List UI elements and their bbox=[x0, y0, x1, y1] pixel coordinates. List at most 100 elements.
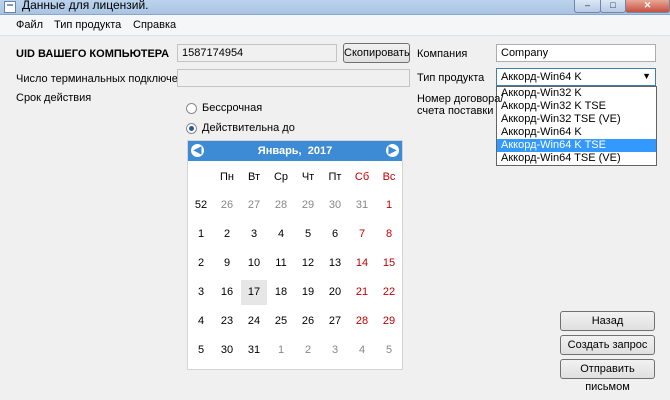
week-number: 1 bbox=[197, 228, 205, 240]
date-calendar: ◀ Январь, 2017 ▶ Пн Вт Ср Чт Пт Сб Вс 52 26 27 28 2… bbox=[187, 140, 403, 370]
calendar-day[interactable]: 7 bbox=[349, 222, 375, 247]
calendar-day[interactable]: 18 bbox=[268, 280, 294, 305]
calendar-grid: Пн Вт Ср Чт Пт Сб Вс 52 26 27 28 29 30 31 1 1 2 3 4 5 6 7 8 2 9 1… bbox=[188, 161, 402, 369]
close-button[interactable]: ✕ bbox=[625, 0, 670, 13]
uid-field[interactable]: 1587174954 bbox=[177, 44, 337, 62]
calendar-day[interactable]: 19 bbox=[295, 280, 321, 305]
calendar-day[interactable]: 15 bbox=[376, 251, 402, 276]
calendar-day[interactable]: 14 bbox=[349, 251, 375, 276]
calendar-day[interactable]: 26 bbox=[295, 309, 321, 334]
menu-file[interactable]: Файл bbox=[16, 19, 43, 31]
week-number: 3 bbox=[197, 286, 205, 298]
calendar-day[interactable]: 26 bbox=[214, 193, 240, 218]
calendar-day[interactable]: 4 bbox=[268, 222, 294, 247]
product-option[interactable]: Аккорд-Win64 K bbox=[497, 126, 656, 139]
calendar-day[interactable]: 9 bbox=[214, 251, 240, 276]
weekday-header: Ср bbox=[273, 171, 289, 183]
create-request-button[interactable]: Создать запрос bbox=[560, 335, 655, 355]
uid-label: UID ВАШЕГО КОМПЬЮТЕРА bbox=[16, 48, 170, 60]
minimize-button[interactable]: – bbox=[574, 0, 601, 13]
radio-valid-until[interactable] bbox=[186, 123, 197, 134]
calendar-day[interactable]: 30 bbox=[214, 338, 240, 363]
calendar-day[interactable]: 23 bbox=[214, 309, 240, 334]
calendar-day[interactable]: 3 bbox=[241, 222, 267, 247]
calendar-day[interactable]: 28 bbox=[268, 193, 294, 218]
calendar-day[interactable]: 16 bbox=[214, 280, 240, 305]
calendar-year[interactable]: 2017 bbox=[308, 145, 332, 157]
product-option[interactable]: Аккорд-Win32 K TSE bbox=[497, 100, 656, 113]
radio-unlimited-label[interactable]: Бессрочная bbox=[202, 102, 262, 114]
next-month-icon[interactable]: ▶ bbox=[386, 144, 399, 157]
week-number: 4 bbox=[197, 315, 205, 327]
terminals-field[interactable] bbox=[177, 69, 410, 87]
calendar-day[interactable]: 11 bbox=[268, 251, 294, 276]
calendar-day[interactable]: 30 bbox=[322, 193, 348, 218]
calendar-day[interactable]: 21 bbox=[349, 280, 375, 305]
back-button[interactable]: Назад bbox=[560, 311, 655, 331]
calendar-day[interactable]: 1 bbox=[268, 338, 294, 363]
contract-label-line1: Номер договора/ bbox=[417, 93, 504, 105]
chevron-down-icon[interactable]: ▼ bbox=[642, 71, 651, 81]
maximize-button[interactable]: □ bbox=[600, 0, 626, 13]
menu-bar: Файл Тип продукта Справка bbox=[0, 15, 670, 36]
calendar-header: ◀ Январь, 2017 ▶ bbox=[188, 141, 402, 161]
contract-label-line2: счета поставки bbox=[417, 105, 494, 117]
product-type-label: Тип продукта bbox=[417, 72, 485, 84]
calendar-day[interactable]: 2 bbox=[295, 338, 321, 363]
weekday-header: Пн bbox=[220, 171, 234, 183]
validity-label: Срок действия bbox=[16, 92, 92, 104]
company-label: Компания bbox=[417, 48, 468, 60]
weekday-header: Вт bbox=[247, 171, 260, 183]
calendar-day[interactable]: 5 bbox=[295, 222, 321, 247]
calendar-day[interactable]: 8 bbox=[376, 222, 402, 247]
terminals-label: Число терминальных подключений bbox=[16, 73, 197, 85]
week-number: 52 bbox=[194, 199, 208, 211]
calendar-day[interactable]: 10 bbox=[241, 251, 267, 276]
calendar-day[interactable]: 29 bbox=[376, 309, 402, 334]
product-option[interactable]: Аккорд-Win64 TSE (VE) bbox=[497, 152, 656, 165]
weekday-header: Пт bbox=[328, 171, 342, 183]
calendar-day[interactable]: 4 bbox=[349, 338, 375, 363]
week-number: 5 bbox=[197, 344, 205, 356]
weekday-header: Сб bbox=[354, 171, 370, 183]
calendar-month-year: Январь, 2017 bbox=[188, 145, 402, 157]
company-field[interactable]: Company bbox=[496, 44, 656, 62]
title-bar: Данные для лицензий. bbox=[0, 0, 670, 15]
calendar-day[interactable]: 29 bbox=[295, 193, 321, 218]
calendar-month[interactable]: Январь, bbox=[258, 145, 302, 157]
calendar-day[interactable]: 27 bbox=[322, 309, 348, 334]
menu-product-type[interactable]: Тип продукта bbox=[54, 19, 121, 31]
calendar-day[interactable]: 17 bbox=[241, 280, 267, 305]
calendar-day[interactable]: 28 bbox=[349, 309, 375, 334]
send-email-button[interactable]: Отправить письмом bbox=[560, 359, 655, 393]
window-title: Данные для лицензий. bbox=[22, 0, 149, 12]
weekday-header: Вс bbox=[382, 171, 396, 183]
radio-valid-until-label[interactable]: Действительна до bbox=[202, 122, 295, 134]
product-option[interactable]: Аккорд-Win32 TSE (VE) bbox=[497, 113, 656, 126]
menu-help[interactable]: Справка bbox=[133, 19, 176, 31]
product-option[interactable]: Аккорд-Win64 K TSE bbox=[497, 139, 656, 152]
week-number: 2 bbox=[197, 257, 205, 269]
product-dropdown-list: Аккорд-Win32 K Аккорд-Win32 K TSE Аккорд-W… bbox=[496, 86, 657, 166]
weekday-header: Чт bbox=[301, 171, 315, 183]
calendar-day[interactable]: 25 bbox=[268, 309, 294, 334]
product-option[interactable]: Аккорд-Win32 K bbox=[497, 87, 656, 100]
app-icon bbox=[4, 1, 16, 13]
calendar-day[interactable]: 2 bbox=[214, 222, 240, 247]
calendar-day[interactable]: 6 bbox=[322, 222, 348, 247]
copy-button[interactable]: Скопировать bbox=[343, 43, 410, 63]
calendar-day[interactable]: 27 bbox=[241, 193, 267, 218]
product-type-select[interactable]: Аккорд-Win64 K ▼ bbox=[496, 68, 656, 86]
calendar-day[interactable]: 31 bbox=[241, 338, 267, 363]
calendar-day[interactable]: 31 bbox=[349, 193, 375, 218]
calendar-day[interactable]: 13 bbox=[322, 251, 348, 276]
calendar-day[interactable]: 24 bbox=[241, 309, 267, 334]
product-selected-value: Аккорд-Win64 K bbox=[501, 71, 582, 83]
calendar-day[interactable]: 22 bbox=[376, 280, 402, 305]
calendar-day[interactable]: 20 bbox=[322, 280, 348, 305]
calendar-day[interactable]: 5 bbox=[376, 338, 402, 363]
calendar-day[interactable]: 3 bbox=[322, 338, 348, 363]
calendar-day[interactable]: 12 bbox=[295, 251, 321, 276]
calendar-day[interactable]: 1 bbox=[376, 193, 402, 218]
radio-unlimited[interactable] bbox=[186, 103, 197, 114]
